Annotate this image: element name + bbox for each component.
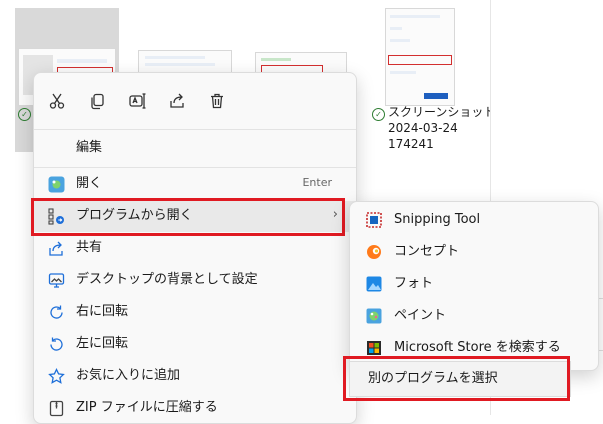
sync-status-icon: ✓ <box>372 108 385 121</box>
paint-icon <box>366 308 382 324</box>
submenu-item-label: Microsoft Store を検索する <box>394 340 561 355</box>
rotate-left-icon <box>48 336 65 353</box>
menu-item-label: デスクトップの背景として設定 <box>76 272 258 287</box>
context-menu-toolbar <box>34 73 356 129</box>
store-icon <box>366 340 382 356</box>
submenu-item-paint[interactable]: ペイント <box>350 300 598 332</box>
file-time: 174241 <box>388 137 434 151</box>
menu-item-label: 左に回転 <box>76 336 129 351</box>
concepts-icon <box>366 244 382 260</box>
edit-label: 編集 <box>76 140 103 155</box>
submenu-item-label: Snipping Tool <box>394 212 481 227</box>
file-date: 2024-03-24 <box>388 121 458 135</box>
menu-item-label: 開く <box>76 176 103 191</box>
context-menu: 編集 開く Enter プログラムから開く › 共有 デスクトップの背景として設… <box>33 72 357 424</box>
star-icon <box>48 368 65 385</box>
copy-icon[interactable] <box>85 89 109 113</box>
submenu-item-concepts[interactable]: コンセプト <box>350 236 598 268</box>
highlight-frame <box>343 356 570 401</box>
submenu-item-label: フォト <box>394 276 434 291</box>
submenu-item-snipping-tool[interactable]: Snipping Tool <box>350 204 598 236</box>
menu-item-open[interactable]: 開く Enter <box>34 169 356 200</box>
share-icon[interactable] <box>165 89 189 113</box>
menu-item-compress-zip[interactable]: ZIP ファイルに圧縮する <box>34 393 356 424</box>
menu-item-add-to-favorites[interactable]: お気に入りに追加 <box>34 361 356 392</box>
rename-icon[interactable] <box>125 89 149 113</box>
menu-item-rotate-right[interactable]: 右に回転 <box>34 297 356 328</box>
submenu-item-photos[interactable]: フォト <box>350 268 598 300</box>
snipping-tool-icon <box>366 212 382 228</box>
submenu-item-label: コンセプト <box>394 244 460 259</box>
zip-icon <box>48 400 65 417</box>
rotate-right-icon <box>48 304 65 321</box>
photos-icon <box>366 276 382 292</box>
sync-status-icon: ✓ <box>18 108 31 121</box>
photo-app-icon <box>48 176 65 193</box>
menu-item-label: ZIP ファイルに圧縮する <box>76 400 218 415</box>
submenu-item-label: ペイント <box>394 308 447 323</box>
edit-menu-item[interactable]: 編集 <box>34 129 356 165</box>
scissors-icon[interactable] <box>45 89 69 113</box>
highlight-frame <box>31 198 345 236</box>
menu-item-share[interactable]: 共有 <box>34 233 356 264</box>
menu-item-label: お気に入りに追加 <box>76 368 181 383</box>
desktop-background-icon <box>48 272 65 289</box>
menu-item-label: 右に回転 <box>76 304 129 319</box>
menu-item-rotate-left[interactable]: 左に回転 <box>34 329 356 360</box>
divider <box>34 167 356 168</box>
menu-item-set-desktop-background[interactable]: デスクトップの背景として設定 <box>34 265 356 296</box>
file-thumbnail[interactable] <box>385 8 455 106</box>
share-icon <box>48 240 65 257</box>
shortcut-hint: Enter <box>302 176 332 189</box>
file-name[interactable]: スクリーンショット <box>388 104 495 120</box>
menu-item-label: 共有 <box>76 240 103 255</box>
open-with-submenu: Snipping Tool コンセプト フォト ペイント Microsoft S… <box>349 201 599 371</box>
trash-icon[interactable] <box>205 89 229 113</box>
